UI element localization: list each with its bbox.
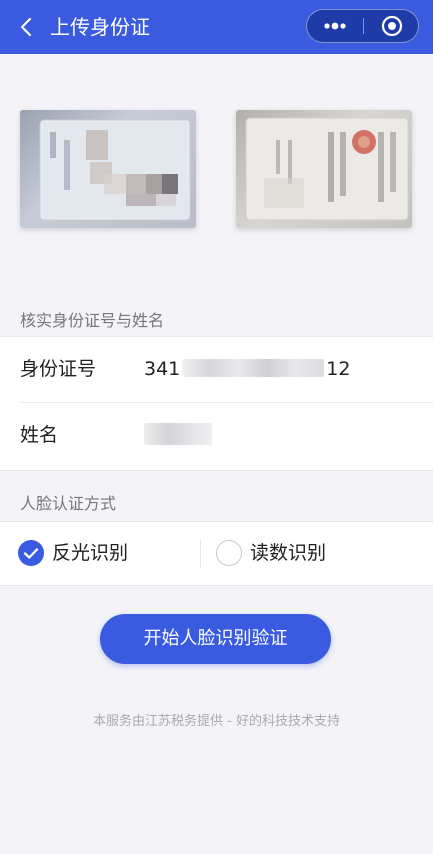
- option-reflection-recognition[interactable]: 反光识别: [18, 522, 188, 585]
- chevron-left-icon: [20, 17, 32, 37]
- id-card-front-photo[interactable]: [20, 110, 196, 228]
- options-divider: [200, 540, 201, 568]
- id-card-back-illustration: [245, 117, 409, 221]
- id-number-label: 身份证号: [20, 358, 97, 380]
- face-auth-options: 反光识别 读数识别: [0, 521, 433, 586]
- back-button[interactable]: [14, 14, 40, 40]
- navigation-bar: 上传身份证: [0, 0, 433, 54]
- option-label: 读数识别: [250, 542, 327, 564]
- name-value: [144, 422, 212, 448]
- id-number-row: 身份证号 341 12: [0, 337, 433, 403]
- name-row: 姓名: [0, 403, 433, 468]
- target-close-icon: [381, 15, 403, 37]
- face-auth-section-label: 人脸认证方式: [20, 494, 117, 513]
- id-card-back-photo[interactable]: [236, 110, 412, 228]
- close-button[interactable]: [364, 10, 419, 42]
- identity-info-group: 身份证号 341 12 姓名: [0, 336, 433, 471]
- radio-unchecked-icon: [216, 540, 242, 566]
- option-reading-recognition[interactable]: 读数识别: [216, 522, 386, 585]
- more-dots-icon: [324, 22, 346, 30]
- id-card-front-illustration: [39, 119, 191, 221]
- id-number-prefix: 341: [144, 358, 181, 380]
- name-mask: [144, 423, 212, 445]
- footer-credit: 本服务由江苏税务提供 - 好的科技技术支持: [93, 714, 340, 729]
- check-mark-icon: [23, 548, 39, 559]
- verify-section-label: 核实身份证号与姓名: [20, 311, 165, 330]
- page-title: 上传身份证: [50, 15, 150, 39]
- id-number-suffix: 12: [326, 358, 351, 380]
- id-number-value: 341 12: [144, 356, 350, 382]
- name-label: 姓名: [20, 424, 59, 446]
- radio-checked-icon: [18, 540, 44, 566]
- more-button[interactable]: [307, 10, 363, 42]
- id-number-mask: [182, 359, 325, 377]
- mini-program-capsule: [306, 9, 419, 43]
- option-label: 反光识别: [52, 542, 129, 564]
- start-face-verification-button[interactable]: 开始人脸识别验证: [100, 614, 331, 664]
